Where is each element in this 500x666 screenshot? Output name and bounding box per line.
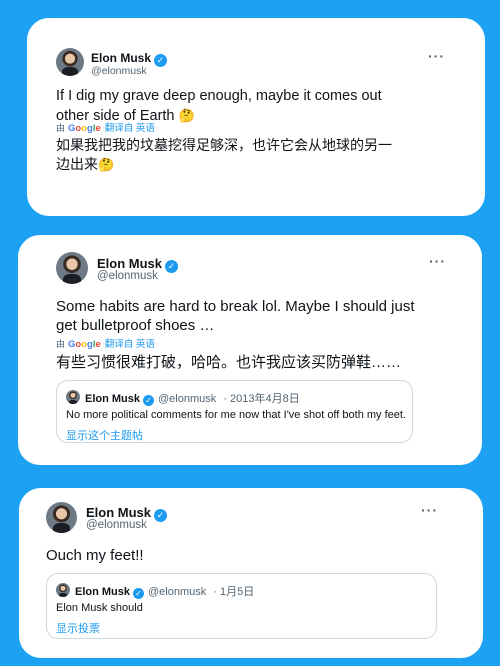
more-options-icon[interactable]: ··· (421, 502, 438, 518)
quoted-text: Elon Musk should (56, 602, 143, 614)
quoted-handle: @elonmusk (148, 586, 207, 598)
author-handle[interactable]: @elonmusk (97, 270, 158, 282)
tweet-card-1[interactable]: Elon Musk ✓ @elonmusk ··· If I dig my gra… (27, 18, 485, 216)
quoted-date: · 1月5日 (213, 586, 255, 598)
verified-badge-icon: ✓ (154, 509, 168, 522)
translate-prefix: 由 (56, 123, 66, 133)
translated-text: 如果我把我的坟墓挖得足够深，也许它会从地球的另一 边出来🤔 (56, 136, 476, 174)
quoted-handle: @elonmusk (158, 393, 217, 405)
quoted-avatar (56, 583, 70, 597)
quoted-tweet[interactable]: Elon Musk ✓ @elonmusk · 2013年4月8日 No more … (56, 380, 413, 443)
verified-badge-icon: ✓ (165, 260, 179, 273)
more-options-icon[interactable]: ··· (429, 253, 446, 269)
author-handle[interactable]: @elonmusk (86, 519, 147, 531)
translation-attribution[interactable]: 由 Google 翻译自 英语 (56, 120, 155, 134)
tweet-text-line: get bulletproof shoes … (56, 317, 215, 334)
translate-source[interactable]: 翻译自 英语 (105, 123, 155, 134)
author-handle[interactable]: @elonmusk (91, 65, 147, 77)
translated-text: 有些习惯很难打破，哈哈。也许我应该买防弹鞋…… (56, 354, 402, 371)
quoted-text: No more political comments for me now th… (66, 409, 406, 421)
show-thread-link[interactable]: 显示这个主题帖 (66, 427, 143, 443)
quoted-header: Elon Musk ✓ @elonmusk · 2013年4月8日 (85, 390, 300, 406)
verified-badge-icon: ✓ (143, 395, 155, 406)
tweet-text: Some habits are hard to break lol. Maybe… (56, 297, 476, 335)
quoted-avatar (66, 390, 80, 404)
verified-badge-icon: ✓ (154, 54, 168, 67)
author-name-text: Elon Musk (86, 505, 152, 520)
translated-line-2: 边出来 (56, 156, 98, 172)
tweet-card-3[interactable]: Elon Musk ✓ @elonmusk ··· Ouch my feet!! … (19, 488, 483, 658)
quoted-author-name: Elon Musk (85, 393, 141, 405)
translate-prefix: 由 (56, 339, 66, 349)
tweet-text: Ouch my feet!! (46, 547, 144, 564)
quoted-date: · 2013年4月8日 (223, 393, 300, 405)
more-options-icon[interactable]: ··· (428, 48, 445, 64)
translation-attribution[interactable]: 由 Google 翻译自 英语 (56, 336, 155, 350)
verified-badge-icon: ✓ (133, 588, 145, 599)
tweet-text-line: If I dig my grave deep enough, maybe it … (56, 88, 382, 104)
thinking-emoji-icon: 🤔 (178, 108, 195, 123)
translated-line: 边出来🤔 (56, 155, 476, 174)
quoted-author-name: Elon Musk (75, 586, 131, 598)
quoted-header: Elon Musk ✓ @elonmusk · 1月5日 (75, 583, 254, 599)
translated-line: 如果我把我的坟墓挖得足够深，也许它会从地球的另一 (56, 137, 392, 153)
google-logo-icon: Google (68, 123, 101, 134)
thinking-emoji-icon: 🤔 (98, 157, 115, 172)
translate-source[interactable]: 翻译自 英语 (105, 339, 155, 350)
avatar[interactable] (46, 502, 77, 533)
quoted-tweet[interactable]: Elon Musk ✓ @elonmusk · 1月5日 Elon Musk sho… (46, 573, 437, 639)
avatar[interactable] (56, 252, 88, 284)
google-logo-icon: Google (68, 339, 101, 350)
show-poll-link[interactable]: 显示投票 (56, 620, 100, 636)
avatar[interactable] (56, 48, 84, 76)
tweet-card-2[interactable]: Elon Musk ✓ @elonmusk ··· Some habits are… (18, 235, 482, 465)
author-name-text: Elon Musk (91, 51, 152, 65)
author-name-text: Elon Musk (97, 256, 163, 271)
tweet-text-line: Some habits are hard to break lol. Maybe… (56, 298, 415, 315)
